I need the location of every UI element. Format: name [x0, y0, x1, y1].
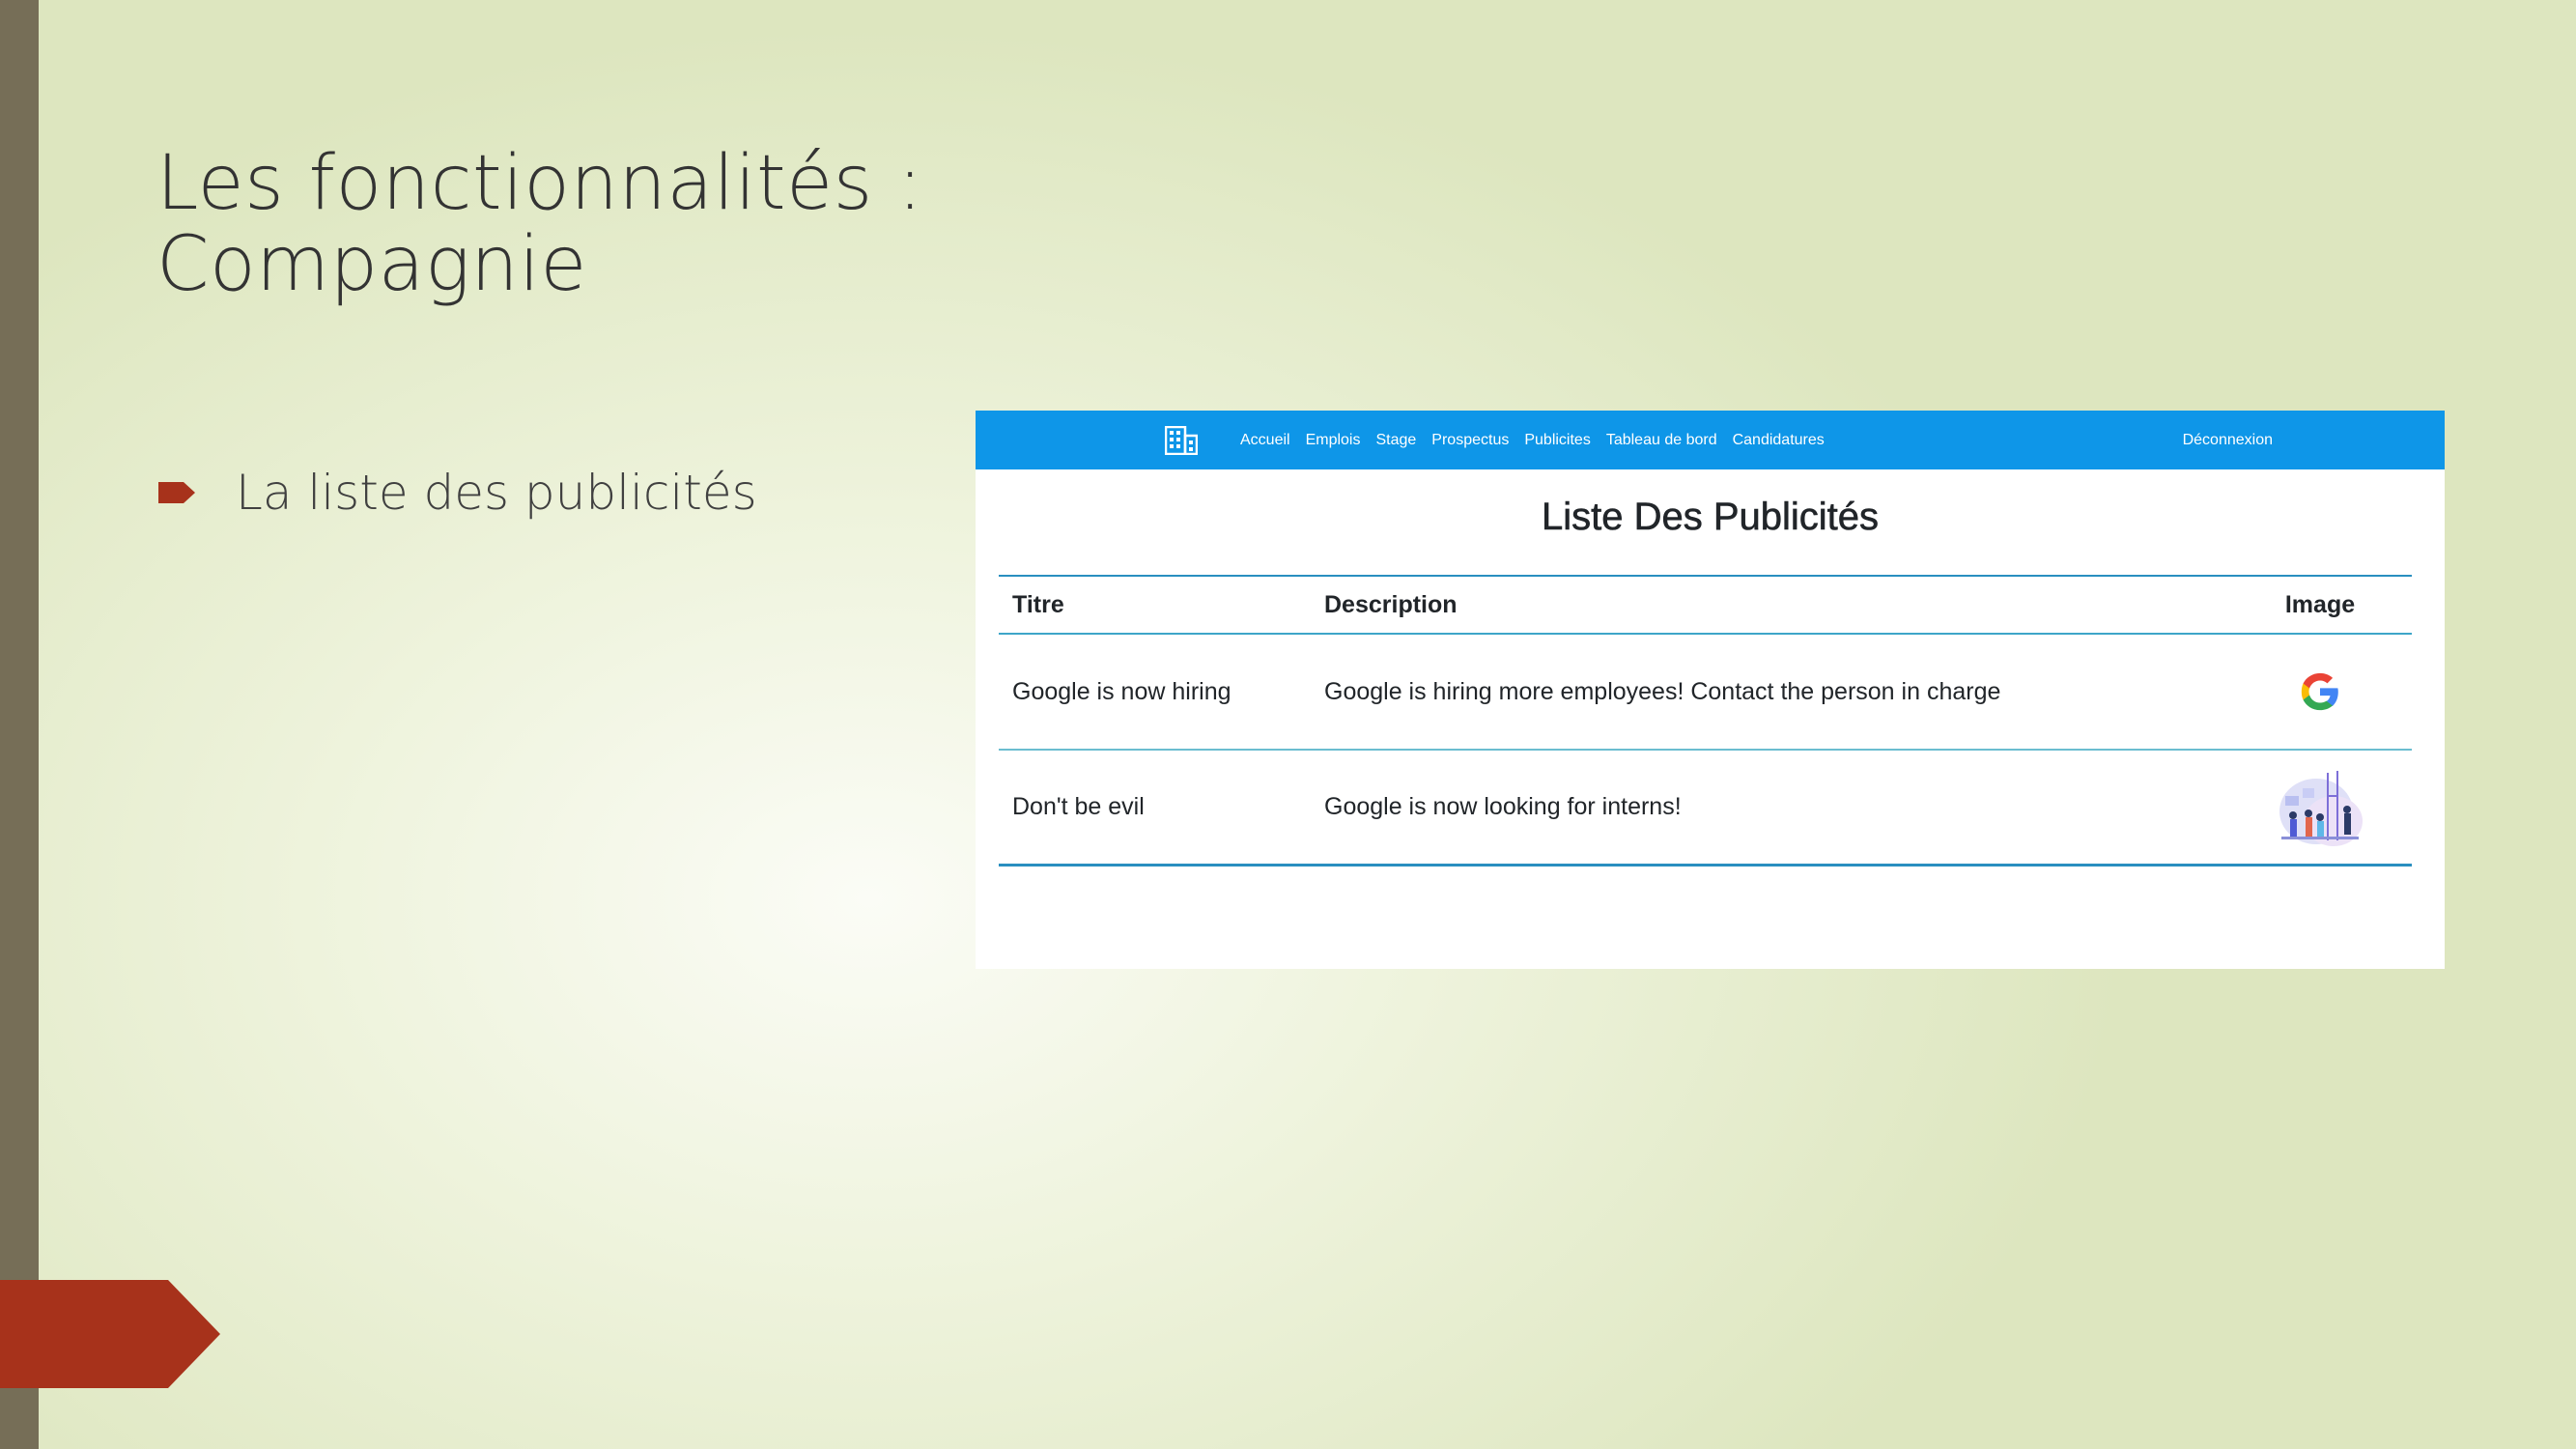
nav-link-stage[interactable]: Stage [1375, 432, 1416, 449]
google-logo-icon [2298, 665, 2342, 719]
bullet-text: La liste des publicités [236, 465, 757, 521]
row-title: Google is now hiring [1012, 677, 1231, 705]
table-header: Titre Description Image [999, 577, 2412, 635]
people-illustration-icon [2274, 767, 2366, 848]
header-image: Image [2284, 590, 2356, 618]
row-image-cell [2228, 665, 2412, 719]
ads-table: Titre Description Image Google is now hi… [999, 575, 2412, 867]
row-description: Google is hiring more employees! Contact… [1324, 677, 2001, 705]
bullet-item: La liste des publicités [158, 464, 757, 522]
row-title: Don't be evil [1012, 793, 1145, 820]
nav-links: Accueil Emplois Stage Prospectus Publici… [1240, 411, 1840, 469]
nav-link-prospectus[interactable]: Prospectus [1431, 432, 1509, 449]
left-side-bar [0, 0, 39, 1449]
building-icon[interactable] [1164, 425, 1199, 456]
header-description: Description [1324, 590, 1458, 618]
table-row: Don't be evil Google is now looking for … [999, 751, 2412, 867]
nav-link-candidatures[interactable]: Candidatures [1733, 432, 1825, 449]
logout-link[interactable]: Déconnexion [2183, 411, 2273, 469]
slide-title: Les fonctionnalités : Compagnie [156, 143, 1026, 305]
page-heading: Liste Des Publicités [1541, 496, 1880, 539]
table-row: Google is now hiring Google is hiring mo… [999, 635, 2412, 751]
nav-link-accueil[interactable]: Accueil [1240, 432, 1290, 449]
row-description: Google is now looking for interns! [1324, 793, 1682, 820]
nav-link-tableau-de-bord[interactable]: Tableau de bord [1606, 432, 1717, 449]
slide-title-line-2: Compagnie [156, 221, 587, 308]
slide-title-line-1: Les fonctionnalités : [156, 140, 923, 227]
accent-arrow-shape [0, 1280, 220, 1388]
nav-link-emplois[interactable]: Emplois [1306, 432, 1361, 449]
arrow-bullet-icon [158, 482, 195, 503]
nav-link-publicites[interactable]: Publicites [1524, 432, 1590, 449]
header-titre: Titre [1012, 590, 1064, 618]
embedded-web-screenshot: Accueil Emplois Stage Prospectus Publici… [976, 411, 2445, 969]
navbar: Accueil Emplois Stage Prospectus Publici… [976, 411, 2445, 469]
row-image-cell [2228, 767, 2412, 848]
